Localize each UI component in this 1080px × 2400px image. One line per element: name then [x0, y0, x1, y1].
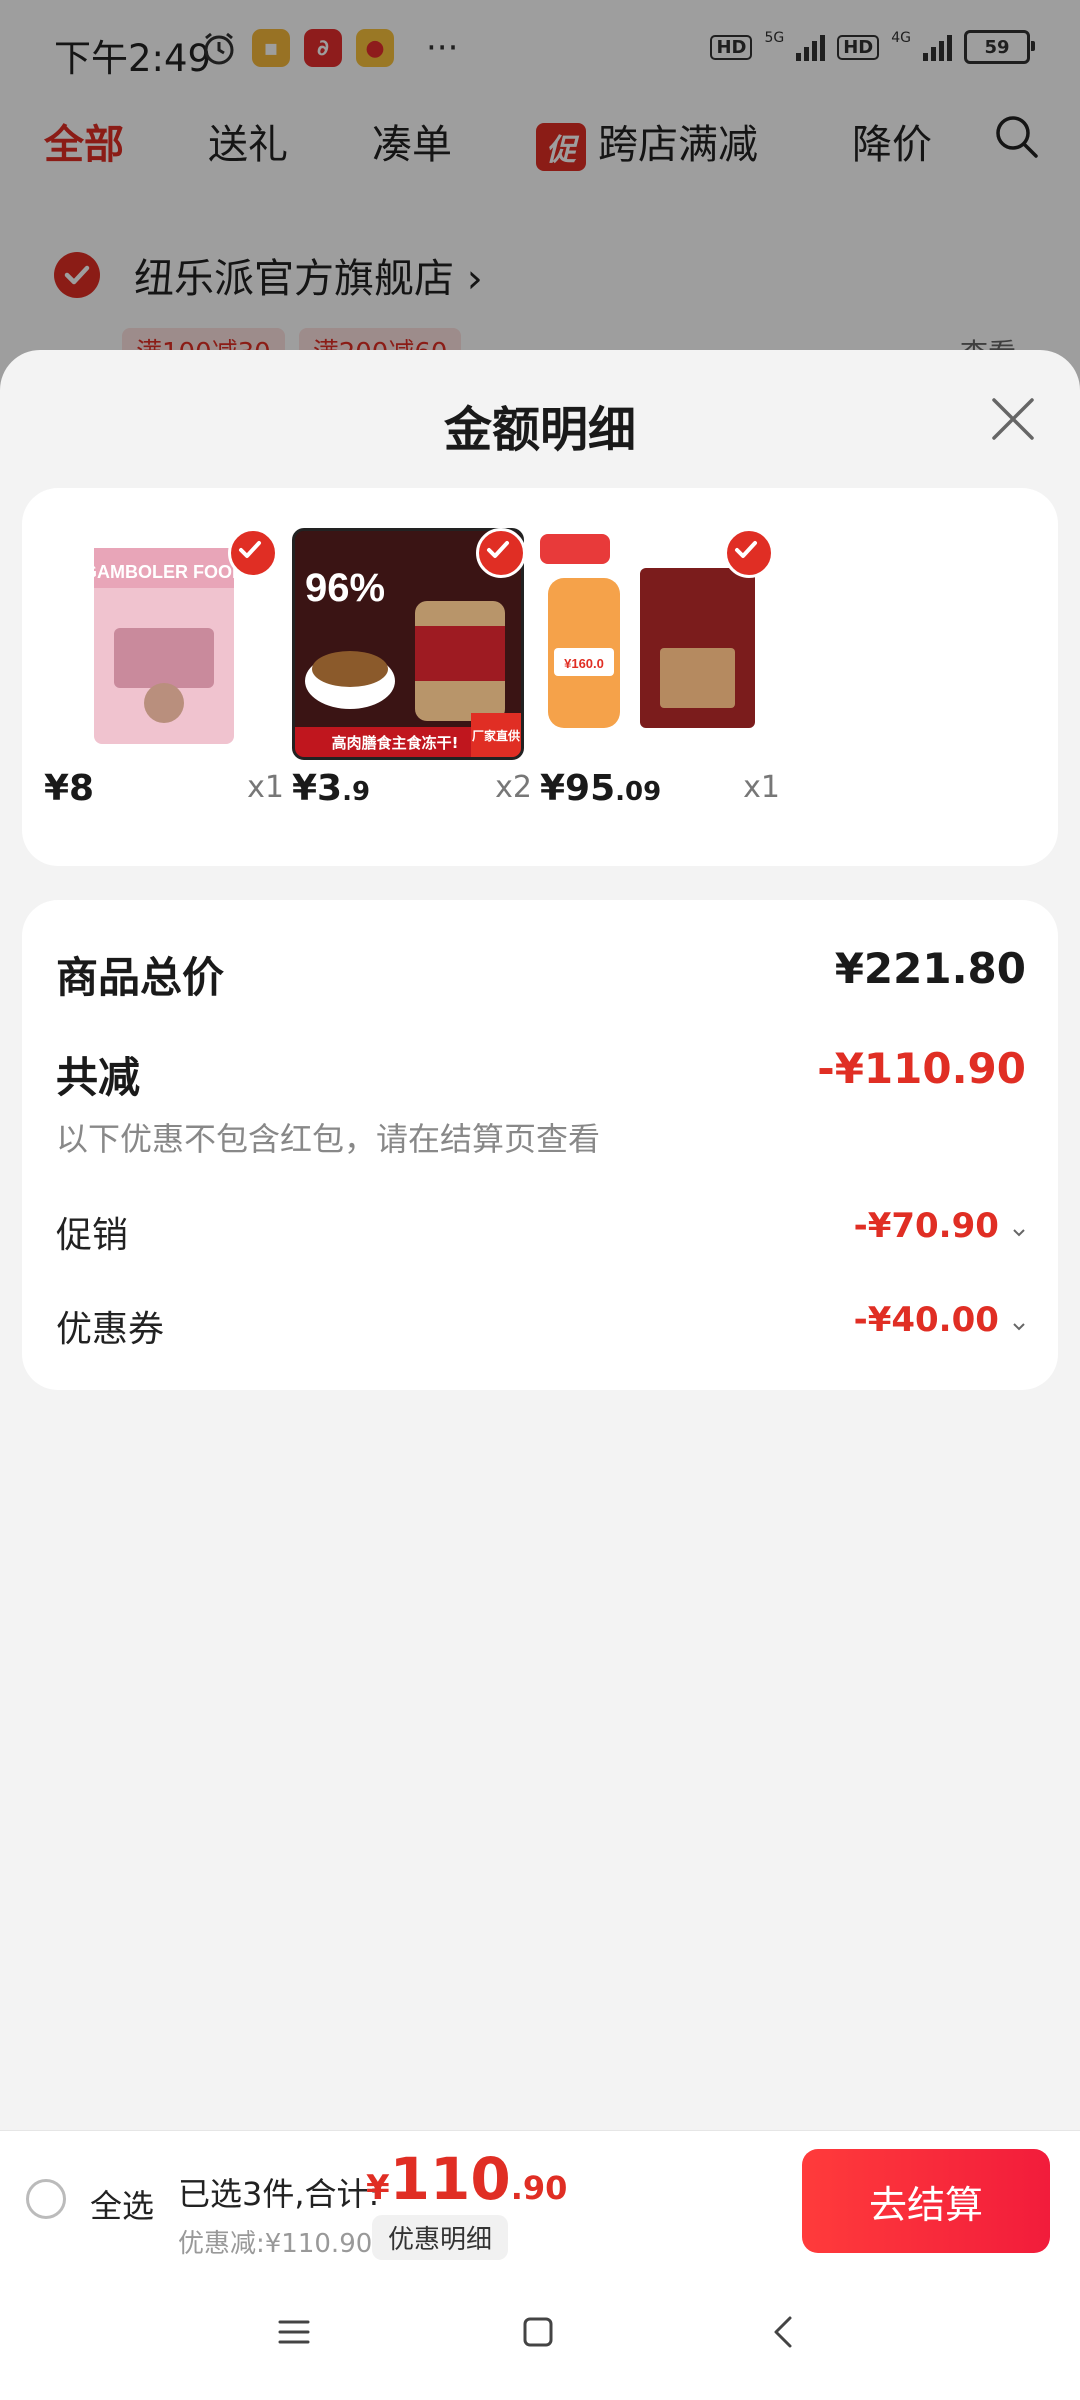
discount-detail-button[interactable]: 优惠明细	[372, 2215, 509, 2260]
coupon-row[interactable]: -¥40.00	[854, 1300, 1026, 1340]
product-percent-text: 96%	[305, 566, 385, 610]
item-price-int: ¥3	[292, 768, 343, 809]
item-price-dec: .09	[615, 777, 662, 807]
product-brand-text: GAMBOLER FOOD	[83, 562, 245, 582]
item-price: ¥8	[44, 768, 94, 809]
selected-count-text: 已选3件,合计:	[178, 2175, 380, 2213]
discount-note: 以下优惠不包含红包，请在结算页查看	[56, 1120, 601, 1158]
item-price-dec: .9	[342, 777, 371, 807]
product-item[interactable]: 96% 高肉膳食主食冻干! 厂家直供 ¥3.9 x2	[292, 528, 532, 838]
item-qty: x1	[743, 770, 780, 805]
item-checked-icon[interactable]	[228, 528, 278, 578]
total-price-value: ¥221.80	[834, 944, 1026, 993]
product-item[interactable]: ¥160.0 ¥95.09 x1	[540, 528, 780, 838]
product-side-text: 厂家直供	[472, 728, 520, 743]
total-amount: ¥110.90	[366, 2145, 567, 2213]
reduce-label: 共减	[56, 1053, 141, 1102]
coupon-value: -¥40.00	[853, 1300, 999, 1340]
reduce-value: -¥110.90	[817, 1044, 1026, 1093]
sheet-title: 金额明细	[443, 402, 636, 458]
coupon-label: 优惠券	[56, 1309, 165, 1350]
item-qty: x2	[495, 770, 532, 805]
item-price-int: ¥95	[540, 768, 616, 809]
total-dec: .90	[510, 2169, 568, 2207]
system-nav-bar	[0, 2270, 1080, 2400]
total-price-label: 商品总价	[56, 953, 225, 1002]
item-checked-icon[interactable]	[476, 528, 526, 578]
promo-label: 促销	[56, 1215, 129, 1256]
item-checked-icon[interactable]	[724, 528, 774, 578]
product-price-tag-text: ¥160.0	[564, 656, 604, 671]
total-currency: ¥	[366, 2168, 390, 2208]
select-all-radio[interactable]	[26, 2179, 66, 2219]
discount-amount-text: 优惠减:¥110.90	[178, 2229, 373, 2259]
items-card: GAMBOLER FOOD ¥8 x1 96% 高肉膳食主食冻干! 厂家直供 ¥…	[22, 488, 1058, 866]
total-int: 110	[389, 2145, 511, 2213]
product-item[interactable]: GAMBOLER FOOD ¥8 x1	[44, 528, 284, 838]
promo-row[interactable]: -¥70.90	[854, 1206, 1026, 1246]
product-caption-text: 高肉膳食主食冻干!	[332, 734, 459, 752]
checkout-button[interactable]: 去结算	[802, 2149, 1050, 2253]
item-qty: x1	[247, 770, 284, 805]
item-price-int: ¥8	[44, 768, 95, 809]
chevron-down-icon	[1013, 1322, 1025, 1330]
summary-card: 商品总价 ¥221.80 共减 -¥110.90 以下优惠不包含红包，请在结算页…	[22, 900, 1058, 1390]
promo-value: -¥70.90	[853, 1206, 999, 1246]
back-icon[interactable]	[762, 2310, 806, 2354]
menu-icon[interactable]	[272, 2310, 316, 2354]
chevron-down-icon	[1013, 1228, 1025, 1236]
amount-detail-sheet: 金额明细 GAMBOLER FOOD ¥8 x1 96% 高肉膳食主食冻干! 厂…	[0, 350, 1080, 2130]
close-icon[interactable]	[988, 394, 1038, 444]
checkout-bar: 全选 已选3件,合计: ¥110.90 优惠减:¥110.90 优惠明细 去结算	[0, 2130, 1080, 2271]
select-all-label[interactable]: 全选	[90, 2181, 154, 2227]
home-icon[interactable]	[516, 2310, 560, 2354]
item-price: ¥3.9	[292, 768, 370, 809]
item-price: ¥95.09	[540, 768, 661, 809]
